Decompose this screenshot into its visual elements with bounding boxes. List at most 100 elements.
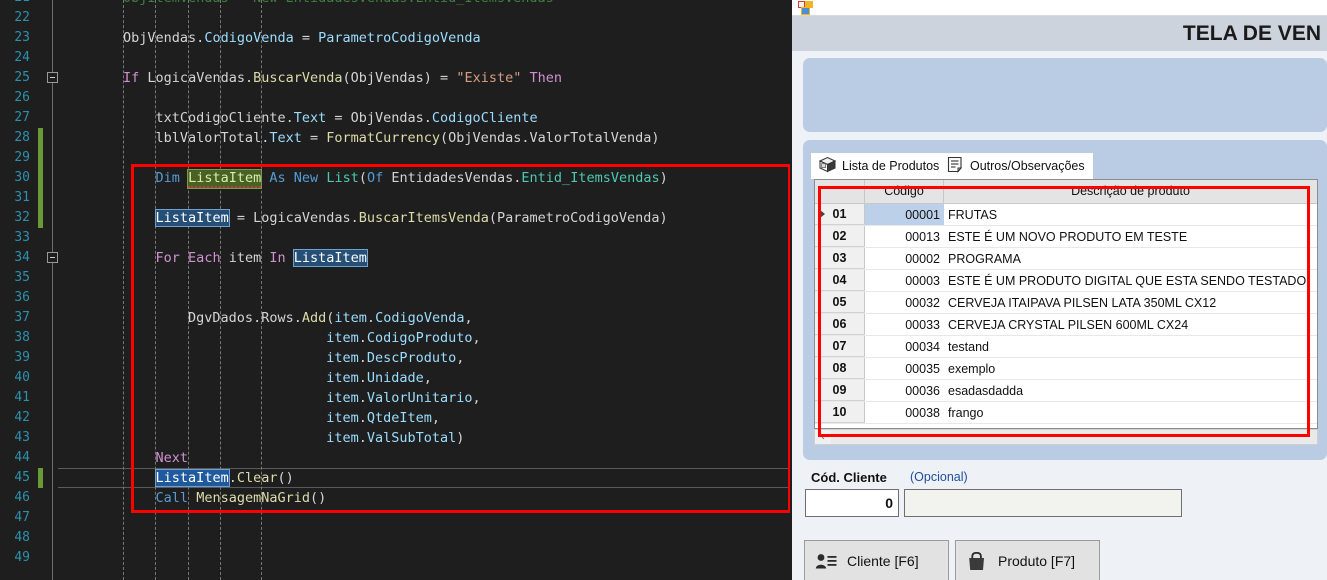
code-line[interactable]: ObjVendas.CodigoVenda = ParametroCodigoV… — [58, 28, 481, 48]
cell-codigo[interactable]: 00001 — [865, 204, 944, 225]
table-row[interactable]: 05 00032 CERVEJA ITAIPAVA PILSEN LATA 350M… — [815, 292, 1317, 314]
cell-descricao[interactable]: exemplo — [944, 358, 1317, 379]
code-editor[interactable]: 2122232425262728293031323334353637383940… — [0, 0, 790, 580]
cell-codigo[interactable]: 00035 — [865, 358, 944, 379]
cell-descricao[interactable]: PROGRAMA — [944, 248, 1317, 269]
row-header-cell[interactable]: 03 — [815, 248, 865, 269]
code-line[interactable]: item.QtdeItem, — [58, 408, 440, 428]
scrollbar-track[interactable] — [831, 430, 1317, 444]
code-line[interactable]: item.Unidade, — [58, 368, 432, 388]
cell-descricao[interactable]: CERVEJA CRYSTAL PILSEN 600ML CX24 — [944, 314, 1317, 335]
table-row[interactable]: 09 00036 esadasdadda — [815, 380, 1317, 402]
row-header-cell[interactable]: 04 — [815, 270, 865, 291]
row-header-cell[interactable]: 09 — [815, 380, 865, 401]
code-token: ObjVendas — [58, 30, 197, 46]
code-line[interactable]: ListaItem = LogicaVendas.BuscarItemsVend… — [58, 208, 668, 228]
row-number: 06 — [832, 317, 847, 331]
code-line[interactable]: For Each item In ListaItem — [58, 248, 368, 268]
code-token: lblValorTotal — [58, 130, 262, 146]
code-line[interactable]: txtCodigoCliente.Text = ObjVendas.Codigo… — [58, 108, 538, 128]
code-token: = — [326, 110, 351, 126]
code-token: ParametroCodigoVenda — [496, 210, 660, 226]
code-token: ObjItemVendas = New EntidadesVendas.Enti… — [58, 0, 554, 6]
products-datagrid[interactable]: Código Descrição de produto 01 00001 FRUTA… — [814, 179, 1318, 429]
table-row[interactable]: 08 00035 exemplo — [815, 358, 1317, 380]
code-line[interactable]: ObjItemVendas = New EntidadesVendas.Enti… — [58, 0, 554, 8]
table-row[interactable]: 06 00033 CERVEJA CRYSTAL PILSEN 600ML CX24 — [815, 314, 1317, 336]
cell-descricao[interactable]: ESTE É UM NOVO PRODUTO EM TESTE — [944, 226, 1317, 247]
cell-codigo[interactable]: 00034 — [865, 336, 944, 357]
save-all-icon[interactable] — [798, 1, 813, 15]
cell-descricao[interactable]: CERVEJA ITAIPAVA PILSEN LATA 350ML CX12 — [944, 292, 1317, 313]
cell-descricao[interactable]: esadasdadda — [944, 380, 1317, 401]
code-token: ListaItem — [187, 169, 263, 189]
cell-descricao[interactable]: ESTE É UM PRODUTO DIGITAL QUE ESTA SENDO… — [944, 270, 1317, 291]
code-token: ParametroCodigoVenda — [318, 30, 481, 46]
cell-codigo[interactable]: 00033 — [865, 314, 944, 335]
code-line[interactable]: Call MensagemNaGrid() — [58, 488, 327, 508]
cell-codigo[interactable]: 00038 — [865, 402, 944, 423]
nome-cliente-input[interactable] — [904, 489, 1182, 517]
row-header-cell[interactable]: 01 — [815, 204, 865, 225]
code-token: Rows — [261, 310, 294, 326]
products-panel: Lista de Produtos Outros/Observações Cód… — [803, 140, 1327, 460]
code-line[interactable]: item.ValSubTotal) — [58, 428, 464, 448]
table-row[interactable]: 10 00038 frango — [815, 402, 1317, 424]
code-line[interactable]: lblValorTotal.Text = FormatCurrency(ObjV… — [58, 128, 660, 148]
cod-cliente-input[interactable]: 0 — [805, 489, 899, 517]
code-token: DescProduto — [366, 350, 457, 366]
cell-codigo[interactable]: 00003 — [865, 270, 944, 291]
datagrid-header-descricao[interactable]: Descrição de produto — [944, 180, 1317, 204]
code-line[interactable]: item.CodigoProduto, — [58, 328, 480, 348]
form-titlebar: TELA DE VEN — [790, 16, 1327, 51]
code-token: . — [244, 70, 254, 86]
code-token: . — [253, 310, 262, 326]
scroll-left-arrow-icon[interactable]: ‹ — [815, 430, 831, 444]
code-line[interactable]: DgvDados.Rows.Add(item.CodigoVenda, — [58, 308, 473, 328]
code-token: item — [326, 350, 359, 366]
cliente-button[interactable]: Cliente [F6] — [804, 540, 949, 580]
row-header-cell[interactable]: 07 — [815, 336, 865, 357]
code-line[interactable]: If LogicaVendas.BuscarVenda(ObjVendas) =… — [58, 68, 562, 88]
table-row[interactable]: 02 00013 ESTE É UM NOVO PRODUTO EM TESTE — [815, 226, 1317, 248]
cell-codigo[interactable]: 00013 — [865, 226, 944, 247]
tab-outros-observacoes[interactable]: Outros/Observações — [939, 153, 1093, 179]
code-token: Text — [269, 130, 302, 146]
cell-codigo[interactable]: 00032 — [865, 292, 944, 313]
row-header-cell[interactable]: 06 — [815, 314, 865, 335]
row-header-cell[interactable]: 02 — [815, 226, 865, 247]
datagrid-header-codigo[interactable]: Código — [865, 180, 944, 204]
code-token: , — [431, 410, 441, 426]
row-header-cell[interactable]: 08 — [815, 358, 865, 379]
cell-descricao[interactable]: FRUTAS — [944, 204, 1317, 225]
code-text[interactable]: ObjItemVendas = New EntidadesVendas.Enti… — [0, 0, 790, 580]
button-label: Produto [F7] — [998, 553, 1076, 569]
code-line[interactable]: item.DescProduto, — [58, 348, 464, 368]
cell-codigo[interactable]: 00002 — [865, 248, 944, 269]
code-token: Next — [155, 450, 189, 466]
row-number: 05 — [832, 295, 847, 309]
row-header-cell[interactable]: 05 — [815, 292, 865, 313]
code-line[interactable]: item.ValorUnitario, — [58, 388, 480, 408]
code-line[interactable]: Dim ListaItem As New List(Of EntidadesVe… — [58, 168, 668, 189]
table-row[interactable]: 01 00001 FRUTAS — [815, 204, 1317, 226]
tab-lista-de-produtos[interactable]: Lista de Produtos — [811, 153, 948, 179]
cell-descricao[interactable]: frango — [944, 402, 1317, 423]
code-line[interactable]: Next — [58, 448, 189, 468]
produto-button[interactable]: Produto [F7] — [955, 540, 1100, 580]
datagrid-horizontal-scrollbar[interactable]: ‹ — [814, 429, 1318, 445]
code-token: item — [334, 310, 367, 326]
datagrid-body[interactable]: 01 00001 FRUTAS 02 00013 ESTE É UM NOVO PRODU… — [815, 204, 1317, 424]
row-header-cell[interactable]: 10 — [815, 402, 865, 423]
row-number: 03 — [832, 251, 847, 265]
cell-descricao[interactable]: testand — [944, 336, 1317, 357]
code-line[interactable]: ListaItem.Clear() — [58, 468, 294, 488]
cell-codigo[interactable]: 00036 — [865, 380, 944, 401]
table-row[interactable]: 04 00003 ESTE É UM PRODUTO DIGITAL QUE EST… — [815, 270, 1317, 292]
table-row[interactable]: 03 00002 PROGRAMA — [815, 248, 1317, 270]
screenshot-root: 2122232425262728293031323334353637383940… — [0, 0, 1327, 580]
table-row[interactable]: 07 00034 testand — [815, 336, 1317, 358]
code-token: txtCodigoCliente — [58, 110, 286, 126]
